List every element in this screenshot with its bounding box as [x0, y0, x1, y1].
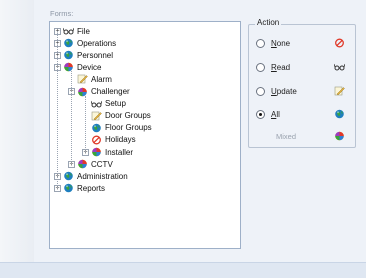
radio-label: Update	[271, 87, 297, 96]
tree-item[interactable]: + Operations	[54, 37, 116, 49]
forms-tree[interactable]: + File + Operations + Personnel − Device Alarm − C…	[49, 21, 241, 249]
tree-connector	[85, 95, 86, 152]
glasses-icon	[91, 99, 102, 109]
action-title: Action	[255, 18, 282, 27]
tree-item[interactable]: Holidays	[82, 134, 136, 146]
tree-item-label: Floor Groups	[105, 123, 152, 133]
tree-item[interactable]: Setup	[82, 98, 126, 110]
tree-connector	[71, 71, 72, 165]
multicolor-ball-icon	[91, 147, 102, 157]
tree-item-label: Alarm	[91, 74, 112, 84]
radio-all[interactable]: All	[256, 108, 280, 120]
tree-connector	[57, 31, 58, 189]
tree-item[interactable]: + CCTV	[68, 158, 113, 170]
tree-item[interactable]: + Administration	[54, 170, 128, 182]
radio-read[interactable]: Read	[256, 61, 290, 73]
tree-item-label: Reports	[77, 183, 106, 193]
tree-item[interactable]: − Device	[54, 61, 101, 73]
radio-button[interactable]	[256, 109, 265, 119]
globe-icon	[63, 38, 74, 48]
globe-icon	[63, 183, 74, 193]
tree-item-label: Device	[77, 62, 102, 72]
tree-item-label: Holidays	[105, 135, 136, 145]
multicolor-ball-icon	[334, 131, 345, 141]
tree-item[interactable]: + Personnel	[54, 49, 113, 61]
globe-icon	[334, 109, 345, 119]
radio-label: None	[271, 39, 290, 48]
tree-item-label: File	[77, 26, 90, 36]
tree-item[interactable]: + Installer	[82, 146, 133, 158]
tree-item[interactable]: Door Groups	[82, 110, 151, 122]
tree-item-label: Installer	[105, 147, 134, 157]
globe-icon	[91, 123, 102, 133]
tree-item-label: Door Groups	[105, 111, 151, 121]
no-entry-icon	[91, 135, 102, 145]
left-strip	[0, 0, 34, 277]
radio-button[interactable]	[256, 86, 265, 96]
globe-icon	[63, 50, 74, 60]
radio-label: All	[271, 110, 280, 119]
forms-label: Forms:	[50, 9, 74, 18]
multicolor-ball-icon	[63, 62, 74, 72]
mixed-label: Mixed	[276, 132, 297, 141]
multicolor-ball-icon	[77, 159, 88, 169]
tree-item[interactable]: Floor Groups	[82, 122, 152, 134]
pencil-note-icon	[334, 86, 345, 96]
tree-item[interactable]: − Challenger	[68, 86, 130, 98]
tree-item[interactable]: + Reports	[54, 182, 105, 194]
radio-label-rest: pdate	[276, 86, 297, 96]
tree-item-label: Operations	[77, 38, 117, 48]
glasses-icon	[63, 26, 74, 36]
tree-item-label: Challenger	[91, 87, 130, 96]
radio-none[interactable]: None	[256, 37, 290, 49]
radio-button[interactable]	[256, 62, 265, 72]
permissions-window: Forms: + File + Operations + Personnel − Device…	[0, 0, 366, 278]
bottom-band	[0, 262, 366, 278]
tree-item-label: Setup	[105, 99, 126, 109]
radio-button[interactable]	[256, 38, 265, 48]
tree-item[interactable]: Alarm	[68, 73, 112, 85]
radio-label-rest: one	[276, 38, 291, 48]
pencil-note-icon	[91, 111, 102, 121]
no-entry-icon	[334, 38, 345, 48]
glasses-icon	[334, 62, 345, 72]
multicolor-ball-icon	[77, 87, 88, 97]
tree-item-label: Personnel	[77, 50, 114, 60]
radio-update[interactable]: Update	[256, 85, 297, 97]
radio-label-rest: ead	[276, 62, 291, 72]
pencil-note-icon	[77, 74, 88, 84]
tree-item-label: CCTV	[91, 159, 113, 169]
tree-item-label: Administration	[77, 171, 128, 181]
tree-item[interactable]: + File	[54, 25, 90, 37]
globe-icon	[63, 171, 74, 181]
radio-label: Read	[271, 63, 290, 72]
radio-label-rest: ll	[276, 109, 280, 119]
